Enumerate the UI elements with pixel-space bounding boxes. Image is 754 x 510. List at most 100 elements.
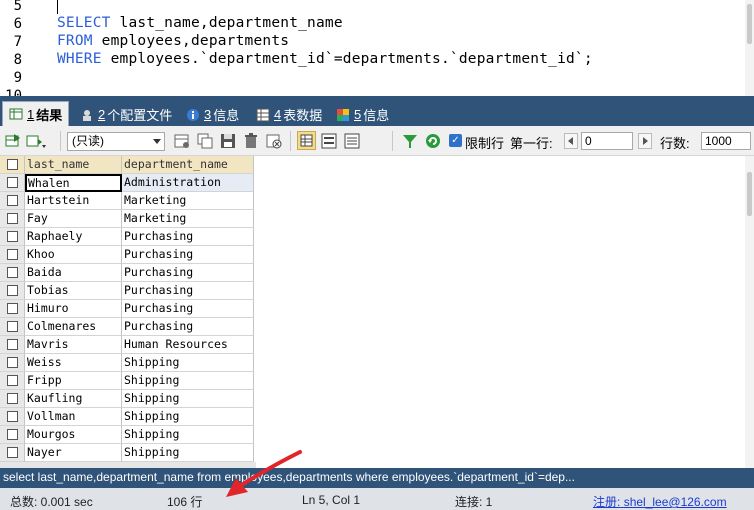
cell-last-name[interactable]: Mavris [25, 336, 122, 354]
row-checkbox[interactable] [0, 390, 25, 408]
cell-last-name[interactable]: Hartstein [25, 192, 122, 210]
row-checkbox[interactable] [0, 426, 25, 444]
table-row[interactable]: Tobias Purchasing [0, 282, 256, 300]
row-checkbox[interactable] [0, 174, 25, 192]
scroll-thumb[interactable] [747, 4, 752, 44]
tab-results[interactable]: 1 结果 [2, 101, 70, 126]
mode-select[interactable]: (只读) [67, 132, 165, 151]
cell-department-name[interactable]: Human Resources [122, 336, 254, 354]
row-checkbox[interactable] [0, 210, 25, 228]
cell-department-name[interactable]: Purchasing [122, 318, 254, 336]
import-dropdown-icon[interactable] [26, 133, 46, 149]
cell-last-name[interactable]: Colmenares [25, 318, 122, 336]
limit-rows-checkbox[interactable]: ✓ [449, 134, 462, 147]
cell-last-name[interactable]: Whalen [25, 174, 122, 192]
cell-last-name[interactable]: Baida [25, 264, 122, 282]
delete-icon[interactable] [243, 133, 259, 149]
cell-department-name[interactable]: Shipping [122, 426, 254, 444]
cell-department-name[interactable]: Shipping [122, 354, 254, 372]
insert-row-icon[interactable] [174, 133, 190, 149]
cell-department-name[interactable]: Shipping [122, 372, 254, 390]
tab-info-5[interactable]: 5 信息 [330, 103, 395, 126]
cell-last-name[interactable]: Weiss [25, 354, 122, 372]
cell-department-name[interactable]: Shipping [122, 408, 254, 426]
scroll-thumb[interactable] [747, 172, 752, 216]
cancel-changes-icon[interactable] [266, 133, 282, 149]
row-checkbox[interactable] [0, 300, 25, 318]
code-line[interactable]: WHERE employees.`department_id`=departme… [57, 51, 593, 67]
tab-info[interactable]: 3 信息 [180, 103, 245, 126]
grid-vertical-scrollbar[interactable] [745, 156, 754, 468]
row-checkbox[interactable] [0, 372, 25, 390]
column-header-department-name[interactable]: department_name [122, 156, 254, 174]
column-header-last-name[interactable]: last_name [25, 156, 122, 174]
export-icon[interactable] [5, 133, 21, 149]
editor-scrollbar[interactable] [745, 0, 754, 96]
cell-last-name[interactable]: Raphaely [25, 228, 122, 246]
cell-department-name[interactable]: Shipping [122, 390, 254, 408]
cell-last-name[interactable]: Mourgos [25, 426, 122, 444]
table-row[interactable]: Nayer Shipping [0, 444, 256, 462]
cell-department-name[interactable]: Shipping [122, 444, 254, 462]
tab-profile[interactable]: 2 个配置文件 [74, 103, 178, 126]
filter-icon[interactable] [402, 133, 418, 149]
row-checkbox[interactable] [0, 192, 25, 210]
grid-view-icon[interactable] [297, 131, 316, 150]
save-icon[interactable] [220, 133, 236, 149]
cell-department-name[interactable]: Purchasing [122, 282, 254, 300]
cell-last-name[interactable]: Nayer [25, 444, 122, 462]
cell-department-name[interactable]: Marketing [122, 192, 254, 210]
table-row[interactable]: Weiss Shipping [0, 354, 256, 372]
row-checkbox[interactable] [0, 336, 25, 354]
row-checkbox[interactable] [0, 282, 25, 300]
code-line[interactable]: SELECT last_name,department_name [57, 15, 343, 31]
cell-last-name[interactable]: Himuro [25, 300, 122, 318]
row-checkbox[interactable] [0, 408, 25, 426]
rows-count-input[interactable]: 1000 [701, 132, 751, 150]
row-checkbox[interactable] [0, 246, 25, 264]
table-row[interactable]: Mavris Human Resources [0, 336, 256, 354]
table-row[interactable]: Baida Purchasing [0, 264, 256, 282]
sql-editor[interactable]: 5 6 7 8 9 10 SELECT last_name,department… [0, 0, 754, 96]
cell-last-name[interactable]: Fay [25, 210, 122, 228]
cell-last-name[interactable]: Tobias [25, 282, 122, 300]
cell-department-name[interactable]: Purchasing [122, 246, 254, 264]
table-row[interactable]: Colmenares Purchasing [0, 318, 256, 336]
table-row[interactable]: Himuro Purchasing [0, 300, 256, 318]
table-row[interactable]: Mourgos Shipping [0, 426, 256, 444]
duplicate-row-icon[interactable] [197, 133, 213, 149]
cell-department-name[interactable]: Purchasing [122, 300, 254, 318]
cell-last-name[interactable]: Fripp [25, 372, 122, 390]
table-row[interactable]: Vollman Shipping [0, 408, 256, 426]
refresh-icon[interactable] [425, 133, 441, 149]
row-checkbox[interactable] [0, 354, 25, 372]
table-row[interactable]: Fay Marketing [0, 210, 256, 228]
tab-table-data[interactable]: 4 表数据 [250, 103, 328, 126]
first-row-input[interactable]: 0 [581, 132, 633, 150]
first-row-next-button[interactable] [638, 133, 652, 149]
table-row[interactable]: Kaufling Shipping [0, 390, 256, 408]
table-row[interactable]: Whalen Administration [0, 174, 256, 192]
row-checkbox[interactable] [0, 264, 25, 282]
cell-last-name[interactable]: Vollman [25, 408, 122, 426]
select-all-checkbox[interactable] [0, 156, 25, 174]
cell-department-name[interactable]: Purchasing [122, 228, 254, 246]
text-view-icon[interactable] [344, 133, 360, 149]
result-tabs-bar: 1 结果 2 个配置文件 3 信息 4 表数据 5 信息 [0, 96, 754, 126]
table-row[interactable]: Hartstein Marketing [0, 192, 256, 210]
form-view-icon[interactable] [321, 133, 337, 149]
table-row[interactable]: Fripp Shipping [0, 372, 256, 390]
table-row[interactable]: Raphaely Purchasing [0, 228, 256, 246]
cell-department-name[interactable]: Marketing [122, 210, 254, 228]
cell-department-name[interactable]: Administration [122, 174, 254, 192]
table-row[interactable]: Khoo Purchasing [0, 246, 256, 264]
first-row-prev-button[interactable] [564, 133, 578, 149]
cell-last-name[interactable]: Khoo [25, 246, 122, 264]
cell-department-name[interactable]: Purchasing [122, 264, 254, 282]
register-link[interactable]: 注册: shel_lee@126.com [593, 493, 727, 510]
row-checkbox[interactable] [0, 228, 25, 246]
row-checkbox[interactable] [0, 318, 25, 336]
cell-last-name[interactable]: Kaufling [25, 390, 122, 408]
row-checkbox[interactable] [0, 444, 25, 462]
code-line[interactable]: FROM employees,departments [57, 33, 289, 49]
